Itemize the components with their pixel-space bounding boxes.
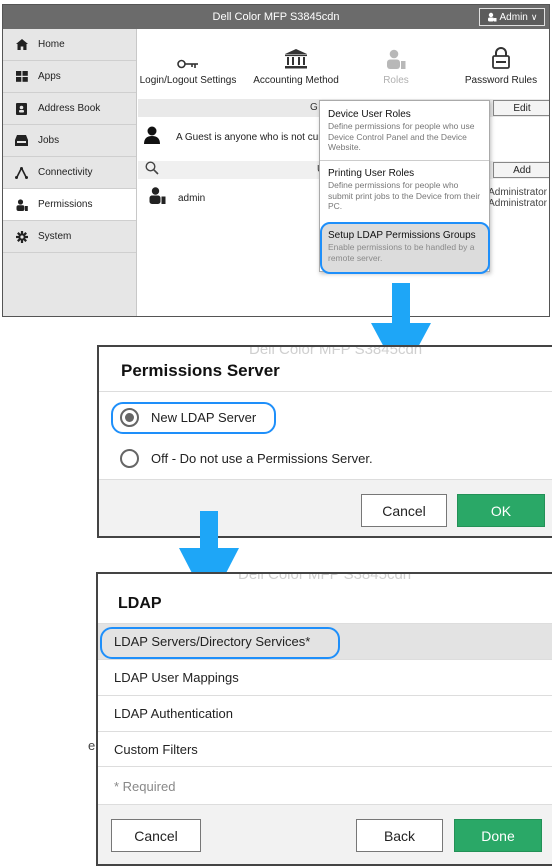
roles-tool[interactable]: Roles xyxy=(356,29,436,99)
admin-user-avatar-icon xyxy=(149,187,166,204)
list-item-label: LDAP User Mappings xyxy=(114,670,239,685)
guest-user-icon xyxy=(144,126,160,144)
apps-grid-icon xyxy=(15,71,28,83)
user-name[interactable]: admin xyxy=(178,193,205,204)
chevron-down-icon: ∨ xyxy=(530,11,538,22)
edit-button[interactable]: Edit xyxy=(493,100,549,116)
sidebar-item-label: Home xyxy=(38,39,65,50)
list-item-ldap-authentication[interactable]: LDAP Authentication xyxy=(98,695,552,731)
background-window-title: Dell Color MFP S3845cdn xyxy=(249,345,423,358)
add-user-button[interactable]: Add xyxy=(493,162,549,178)
accounting-method-tool[interactable]: Accounting Method xyxy=(246,29,346,99)
window-title: Dell Color MFP S3845cdn xyxy=(212,11,340,23)
list-item-custom-filters[interactable]: Custom Filters xyxy=(98,731,552,767)
ok-button[interactable]: OK xyxy=(457,494,545,527)
gear-icon xyxy=(15,230,28,243)
menu-item-description: Define permissions for people who use De… xyxy=(328,121,475,152)
menu-item-title: Setup LDAP Permissions Groups xyxy=(328,230,476,241)
lock-icon xyxy=(492,47,510,69)
sidebar-item-address-book[interactable]: Address Book xyxy=(3,93,136,125)
dialog-title: LDAP xyxy=(118,595,162,612)
key-icon xyxy=(177,59,198,69)
admin-user-icon xyxy=(487,12,497,22)
step-arrow-shaft xyxy=(392,283,410,325)
sidebar-item-label: Jobs xyxy=(38,135,60,146)
dialog-footer: Cancel OK xyxy=(99,479,552,536)
admin-menu-button[interactable]: Admin ∨ xyxy=(479,8,545,26)
sidebar-item-apps[interactable]: Apps xyxy=(3,61,136,93)
sidebar-item-connectivity[interactable]: Connectivity xyxy=(3,157,136,189)
list-item-ldap-user-mappings[interactable]: LDAP User Mappings xyxy=(98,659,552,695)
guest-section-fragment: G xyxy=(310,102,318,113)
sidebar-item-label: Connectivity xyxy=(38,167,93,178)
list-item-label: LDAP Authentication xyxy=(114,706,234,721)
ldap-dialog: Dell Color MFP S3845cdn LDAP LDAP Server… xyxy=(96,572,552,866)
menu-item-title: Device User Roles xyxy=(328,109,411,120)
jobs-tray-icon xyxy=(15,135,28,147)
connectivity-icon xyxy=(15,166,28,179)
menu-item-printing-user-roles[interactable]: Printing User Roles Define permissions f… xyxy=(320,164,489,216)
sidebar-item-system[interactable]: System xyxy=(3,221,136,253)
home-icon xyxy=(15,39,28,51)
menu-item-description: Enable permissions to be handled by a re… xyxy=(328,242,475,263)
sidebar-item-home[interactable]: Home xyxy=(3,29,136,61)
background-window-title: Dell Color MFP S3845cdn xyxy=(238,572,412,583)
title-bar: Dell Color MFP S3845cdn Admin ∨ xyxy=(3,5,549,29)
guest-description: A Guest is anyone who is not curre xyxy=(176,132,331,143)
highlight-ring xyxy=(111,402,276,434)
password-rules-tool[interactable]: Password Rules xyxy=(456,29,546,99)
device-web-ui-window: Dell Color MFP S3845cdn Admin ∨ Home App… xyxy=(2,4,550,317)
roles-user-icon xyxy=(387,49,406,69)
bank-icon xyxy=(285,49,307,69)
sidebar-item-label: Permissions xyxy=(38,199,93,210)
done-button[interactable]: Done xyxy=(454,819,542,852)
permissions-server-dialog: Dell Color MFP S3845cdn Permissions Serv… xyxy=(97,345,552,538)
sidebar-item-permissions[interactable]: Permissions xyxy=(3,189,136,221)
sidebar: Home Apps Address Book Jobs Connectivity… xyxy=(3,29,137,316)
dialog-header: Dell Color MFP S3845cdn Permissions Serv… xyxy=(99,347,552,392)
back-button[interactable]: Back xyxy=(356,819,443,852)
tool-label: Password Rules xyxy=(464,75,538,86)
permissions-toolbar: Login/Logout Settings Accounting Method … xyxy=(138,29,549,99)
permissions-user-icon xyxy=(15,198,28,211)
sidebar-item-label: Address Book xyxy=(38,103,101,114)
list-item-label: Custom Filters xyxy=(114,741,198,757)
sidebar-item-label: System xyxy=(38,231,72,242)
dialog-footer: Cancel Back Done xyxy=(98,804,552,864)
search-icon[interactable] xyxy=(145,161,159,175)
menu-item-device-user-roles[interactable]: Device User Roles Define permissions for… xyxy=(320,105,489,157)
radio-off[interactable] xyxy=(120,449,139,468)
option-label[interactable]: Off - Do not use a Permissions Server. xyxy=(151,451,373,466)
login-logout-settings-tool[interactable]: Login/Logout Settings xyxy=(138,29,238,99)
tool-label: Roles xyxy=(383,75,409,86)
cancel-button[interactable]: Cancel xyxy=(361,494,447,527)
background-text-fragment: e xyxy=(88,738,96,753)
address-book-icon xyxy=(15,102,28,115)
tool-label: Login/Logout Settings xyxy=(139,75,237,86)
menu-item-description: Define permissions for people who submit… xyxy=(328,180,481,211)
menu-item-setup-ldap-permissions-groups[interactable]: Setup LDAP Permissions Groups Enable per… xyxy=(320,222,490,274)
step-arrow-shaft xyxy=(200,511,218,551)
admin-label: Admin xyxy=(499,11,528,23)
cancel-button[interactable]: Cancel xyxy=(111,819,201,852)
menu-divider xyxy=(320,160,489,161)
menu-item-title: Printing User Roles xyxy=(328,168,415,179)
highlight-ring xyxy=(100,627,340,659)
tool-label: Accounting Method xyxy=(253,75,339,86)
dialog-title: Permissions Server xyxy=(121,361,280,380)
sidebar-item-jobs[interactable]: Jobs xyxy=(3,125,136,157)
required-note: * Required xyxy=(114,779,176,794)
sidebar-item-label: Apps xyxy=(38,71,61,82)
